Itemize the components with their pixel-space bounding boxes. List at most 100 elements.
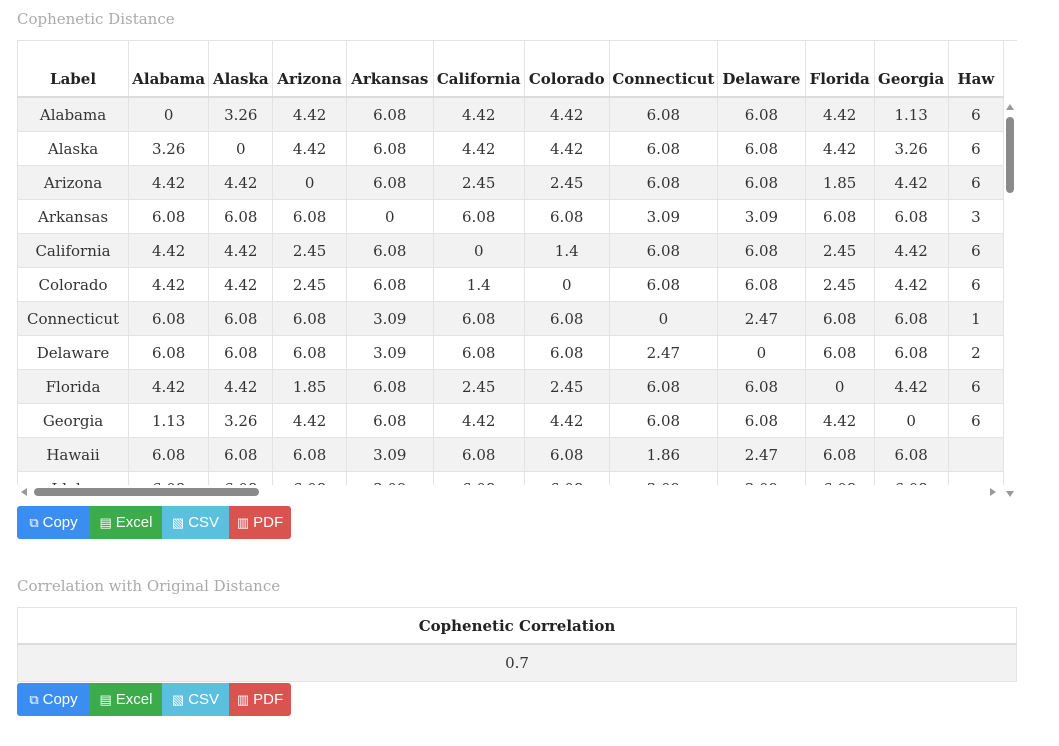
copy-button[interactable]: ⧉ Copy: [17, 683, 90, 716]
column-header-label[interactable]: Label: [17, 41, 130, 98]
column-header-alabama[interactable]: Alabama: [128, 41, 210, 98]
excel-button[interactable]: ▤ Excel: [90, 506, 162, 539]
table-row: Hawaii 6.08 6.08 6.08 3.09 6.08 6.08 1.86 2.47 6.…: [17, 437, 1004, 472]
scroll-left-arrow-icon[interactable]: [21, 488, 27, 496]
distance-cell: 6.08: [272, 301, 347, 336]
distance-cell: 0: [805, 369, 875, 404]
column-header-alaska[interactable]: Alaska: [208, 41, 274, 98]
distance-cell: [948, 437, 1004, 472]
distance-cell: 2.45: [524, 369, 610, 404]
table-row: Delaware 6.08 6.08 6.08 3.09 6.08 6.08 2.47 0 6.0…: [17, 335, 1004, 370]
distance-cell: 6.08: [346, 403, 434, 438]
column-header-california[interactable]: California: [433, 41, 525, 98]
distance-cell: 4.42: [805, 131, 875, 166]
distance-cell: 3: [948, 199, 1004, 234]
distance-cell: 6.08: [272, 199, 347, 234]
vertical-scroll-thumb[interactable]: [1006, 117, 1014, 193]
distance-cell: 6.08: [433, 335, 525, 370]
table-viewport: Label Alabama Alaska Arizona Arkansas Califor…: [17, 41, 1004, 485]
distance-cell: 6.08: [609, 403, 719, 438]
column-header-georgia[interactable]: Georgia: [874, 41, 949, 98]
row-label-cell: Hawaii: [17, 437, 130, 472]
distance-cell: 6.08: [208, 471, 274, 485]
table-row: 0.7: [17, 643, 1017, 682]
copy-button-label: Copy: [42, 691, 78, 708]
file-csv-icon: ▧: [171, 514, 185, 530]
csv-button[interactable]: ▧ CSV: [162, 683, 229, 716]
csv-button[interactable]: ▧ CSV: [162, 506, 229, 539]
row-label-cell: California: [17, 233, 130, 268]
distance-cell: 0: [272, 165, 347, 200]
copy-button-label: Copy: [42, 514, 78, 531]
distance-cell: 6.08: [717, 403, 806, 438]
distance-cell: 6.08: [609, 369, 719, 404]
distance-cell: 4.42: [433, 403, 525, 438]
column-header-delaware[interactable]: Delaware: [717, 41, 806, 98]
distance-cell: 0: [609, 301, 719, 336]
distance-cell: 6.08: [128, 471, 210, 485]
table-row: Florida 4.42 4.42 1.85 6.08 2.45 2.45 6.08 6.08 0…: [17, 369, 1004, 404]
column-header-arizona[interactable]: Arizona: [272, 41, 347, 98]
cophenetic-table-scroll-container[interactable]: Label Alabama Alaska Arizona Arkansas Califor…: [17, 40, 1017, 501]
excel-button[interactable]: ▤ Excel: [90, 683, 162, 716]
horizontal-scrollbar[interactable]: [17, 485, 1004, 499]
distance-cell: 4.42: [208, 233, 274, 268]
distance-cell: 6.08: [524, 335, 610, 370]
distance-cell: 1.85: [805, 165, 875, 200]
distance-cell: 6: [948, 267, 1004, 302]
distance-cell: 6.08: [433, 301, 525, 336]
distance-cell: 3.09: [346, 335, 434, 370]
distance-cell: [948, 471, 1004, 485]
copy-button[interactable]: ⧉ Copy: [17, 506, 90, 539]
column-header-cophenetic-correlation[interactable]: Cophenetic Correlation: [17, 607, 1017, 645]
table-row: Connecticut 6.08 6.08 6.08 3.09 6.08 6.08 0 2.47…: [17, 301, 1004, 336]
scroll-down-arrow-icon[interactable]: [1006, 491, 1014, 497]
column-header-florida[interactable]: Florida: [805, 41, 875, 98]
distance-cell: 4.42: [524, 403, 610, 438]
horizontal-scroll-thumb[interactable]: [34, 488, 259, 496]
vertical-scrollbar[interactable]: [1004, 101, 1017, 497]
distance-cell: 6.08: [805, 199, 875, 234]
scroll-up-arrow-icon[interactable]: [1006, 104, 1014, 110]
distance-cell: 2.47: [717, 301, 806, 336]
distance-cell: 2.45: [272, 233, 347, 268]
pdf-button[interactable]: ▥ PDF: [229, 683, 291, 716]
distance-cell: 6.08: [346, 267, 434, 302]
distance-cell: 4.42: [208, 267, 274, 302]
row-label-cell: Florida: [17, 369, 130, 404]
table-row: Arkansas 6.08 6.08 6.08 0 6.08 6.08 3.09 3.09 6.0…: [17, 199, 1004, 234]
column-header-arkansas[interactable]: Arkansas: [346, 41, 434, 98]
distance-cell: 6.08: [128, 335, 210, 370]
distance-cell: 6.08: [609, 97, 719, 132]
distance-cell: 4.42: [805, 97, 875, 132]
cophenetic-distance-table: Label Alabama Alaska Arizona Arkansas Califor…: [17, 41, 1004, 485]
column-header-connecticut[interactable]: Connecticut: [609, 41, 719, 98]
cophenetic-correlation-table: Cophenetic Correlation 0.7: [17, 607, 1017, 682]
distance-cell: 6.08: [272, 335, 347, 370]
distance-cell: 1.4: [524, 233, 610, 268]
distance-cell: 4.42: [128, 165, 210, 200]
pdf-button[interactable]: ▥ PDF: [229, 506, 291, 539]
column-header-haw[interactable]: Haw: [948, 41, 1004, 98]
distance-cell: 6: [948, 165, 1004, 200]
distance-cell: 4.42: [208, 165, 274, 200]
csv-button-label: CSV: [188, 691, 220, 708]
distance-cell: 6.08: [874, 335, 949, 370]
scroll-right-arrow-icon[interactable]: [990, 488, 996, 496]
distance-cell: 6.08: [208, 199, 274, 234]
distance-cell: 3.09: [717, 471, 806, 485]
distance-cell: 4.42: [874, 233, 949, 268]
distance-cell: 0: [346, 199, 434, 234]
distance-cell: 6.08: [717, 165, 806, 200]
distance-cell: 4.42: [128, 267, 210, 302]
distance-cell: 6.08: [272, 471, 347, 485]
column-header-colorado[interactable]: Colorado: [524, 41, 610, 98]
distance-cell: 2.45: [272, 267, 347, 302]
distance-cell: 6.08: [874, 437, 949, 472]
distance-cell: 6.08: [805, 471, 875, 485]
distance-cell: 0: [128, 97, 210, 132]
row-label-cell: Georgia: [17, 403, 130, 438]
file-excel-icon: ▤: [99, 691, 112, 707]
row-label-cell: Alaska: [17, 131, 130, 166]
distance-cell: 6.08: [208, 437, 274, 472]
